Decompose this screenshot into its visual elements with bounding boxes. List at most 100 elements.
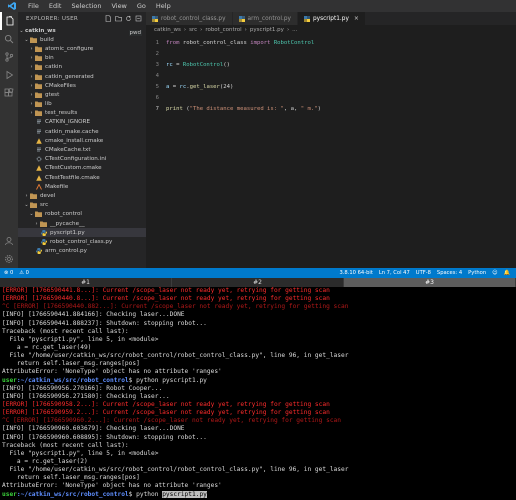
- source-control-icon[interactable]: [0, 48, 18, 66]
- editor-tab[interactable]: robot_control_class.py: [146, 12, 233, 25]
- code-token: =: [169, 83, 180, 90]
- tree-file[interactable]: Makefile: [18, 182, 146, 191]
- notifications-bell-icon[interactable]: 🔔: [504, 270, 510, 276]
- python-file-icon: [35, 248, 42, 255]
- editor-area: robot_control_class.py arm_control.py pysc…: [146, 12, 516, 268]
- close-icon[interactable]: ×: [354, 15, 359, 22]
- code-editor[interactable]: 1 from robot_control_class import RobotCo…: [146, 37, 516, 114]
- account-icon[interactable]: [0, 232, 18, 250]
- indentation[interactable]: Spaces: 4: [437, 270, 462, 276]
- menu-bar: File Edit Selection View Go Help: [0, 0, 516, 12]
- tree-file[interactable]: cmake_install.cmake: [18, 136, 146, 145]
- collapse-all-icon[interactable]: [135, 15, 142, 22]
- line-number: 5: [155, 83, 159, 90]
- explorer-title: EXPLORER: USER: [26, 16, 79, 22]
- errors-indicator[interactable]: ⊗ 0: [4, 270, 13, 276]
- tree-folder[interactable]: › gtest: [18, 90, 146, 99]
- terminal-tab-3[interactable]: #3: [344, 278, 516, 287]
- tree-folder[interactable]: › bin: [18, 54, 146, 63]
- menu-selection[interactable]: Selection: [71, 0, 101, 12]
- code-line[interactable]: 5a = rc. get_laser(24): [146, 81, 516, 92]
- code-line[interactable]: 2: [146, 48, 516, 59]
- tree-folder[interactable]: ⌄ build: [18, 35, 146, 44]
- breadcrumb-item[interactable]: ...: [292, 27, 297, 33]
- terminal-output-line: a = rc.get_laser(2): [2, 457, 88, 465]
- vscode-logo-icon: [6, 0, 18, 12]
- menu-edit[interactable]: Edit: [49, 0, 62, 12]
- tree-item-label: bin: [45, 55, 54, 62]
- tree-file[interactable]: catkin_make.cache: [18, 127, 146, 136]
- menu-go[interactable]: Go: [137, 0, 146, 12]
- menu-file[interactable]: File: [28, 0, 39, 12]
- run-debug-icon[interactable]: [0, 66, 18, 84]
- code-line[interactable]: 4: [146, 70, 516, 81]
- settings-gear-icon[interactable]: [0, 250, 18, 268]
- menu-view[interactable]: View: [111, 0, 126, 12]
- tree-item-label: cmake_install.cmake: [45, 137, 104, 144]
- breadcrumb-item[interactable]: robot_control: [205, 27, 241, 33]
- breadcrumb-item[interactable]: catkin_ws: [154, 27, 181, 33]
- new-file-icon[interactable]: [105, 15, 112, 22]
- tree-folder[interactable]: › catkin_generated: [18, 72, 146, 81]
- code-line[interactable]: 7 print ("The distance measured is: ", a,…: [146, 103, 516, 114]
- code-token: print: [166, 105, 183, 112]
- status-bar: ⊗ 0 ⚠ 0 3.8.10 64-bit Ln 7, Col 47 UTF-8…: [0, 268, 516, 278]
- code-token: "The distance measured is: ": [189, 105, 284, 112]
- prompt-path: :~/catkin_ws/src/robot_control: [16, 376, 129, 384]
- refresh-icon[interactable]: [125, 15, 132, 22]
- tab-label: robot_control_class.py: [161, 15, 226, 22]
- terminal-tab-1[interactable]: #1: [0, 278, 172, 287]
- explorer-icon[interactable]: [0, 12, 18, 30]
- tree-folder[interactable]: › devel: [18, 191, 146, 200]
- tree-file[interactable]: CMakeCache.txt: [18, 145, 146, 154]
- chevron-right-icon: ›: [30, 55, 33, 62]
- tree-folder[interactable]: ⌄ src: [18, 201, 146, 210]
- prompt-user: user: [2, 376, 17, 384]
- tree-file[interactable]: CTestTestfile.cmake: [18, 173, 146, 182]
- tree-folder[interactable]: › __pycache__: [18, 219, 146, 228]
- code-line[interactable]: 6: [146, 92, 516, 103]
- plain-file-icon: [35, 129, 42, 135]
- terminal-output[interactable]: [ERROR] [1766590441.8...]: Current /scop…: [0, 287, 516, 500]
- tree-folder[interactable]: › lib: [18, 100, 146, 109]
- extensions-icon[interactable]: [0, 84, 18, 102]
- tree-item-label: CMakeCache.txt: [45, 147, 91, 154]
- breadcrumb-separator-icon: ›: [244, 27, 247, 33]
- tree-folder[interactable]: › atomic_configure: [18, 44, 146, 53]
- folder-icon: [35, 55, 42, 62]
- terminal-tab-2[interactable]: #2: [172, 278, 344, 287]
- tree-folder[interactable]: › CMakeFiles: [18, 81, 146, 90]
- menu-help[interactable]: Help: [156, 0, 171, 12]
- feedback-icon[interactable]: ☺: [492, 270, 497, 276]
- tree-item-label: arm_control.py: [45, 248, 87, 255]
- tree-file[interactable]: robot_control_class.py: [18, 237, 146, 246]
- breadcrumb-item[interactable]: src: [189, 27, 197, 33]
- tree-file[interactable]: CTestConfiguration.ini: [18, 155, 146, 164]
- code-line[interactable]: 1 from robot_control_class import RobotCo…: [146, 37, 516, 48]
- python-interpreter[interactable]: 3.8.10 64-bit: [339, 270, 372, 276]
- tree-file[interactable]: pyscript1.py: [18, 228, 146, 238]
- tree-file[interactable]: CATKIN_IGNORE: [18, 118, 146, 127]
- new-folder-icon[interactable]: [115, 15, 122, 22]
- search-icon[interactable]: [0, 30, 18, 48]
- code-line[interactable]: 3 rc = RobotControl(): [146, 59, 516, 70]
- folder-icon: [30, 193, 37, 199]
- tree-folder[interactable]: › test_results: [18, 109, 146, 118]
- breadcrumb-item[interactable]: pyscript1.py: [250, 27, 284, 33]
- language-mode[interactable]: Python: [468, 270, 486, 276]
- encoding[interactable]: UTF-8: [416, 270, 431, 276]
- tree-file[interactable]: arm_control.py: [18, 247, 146, 256]
- folder-icon: [35, 211, 42, 218]
- editor-tab[interactable]: pyscript1.py ×: [297, 12, 366, 25]
- activity-bar: [0, 12, 18, 268]
- tree-folder[interactable]: ⌄ catkin_ws: [18, 26, 146, 35]
- line-number: 7: [155, 105, 159, 112]
- cursor-position[interactable]: Ln 7, Col 47: [379, 270, 410, 276]
- warnings-indicator[interactable]: ⚠ 0: [19, 270, 29, 276]
- tree-file[interactable]: CTestCustom.cmake: [18, 164, 146, 173]
- tree-folder[interactable]: ⌄ robot_control: [18, 210, 146, 219]
- editor-tab[interactable]: arm_control.py: [232, 12, 298, 25]
- folder-icon: [35, 110, 42, 117]
- tree-item-label: robot_control_class.py: [50, 238, 113, 245]
- tree-folder[interactable]: › catkin: [18, 63, 146, 72]
